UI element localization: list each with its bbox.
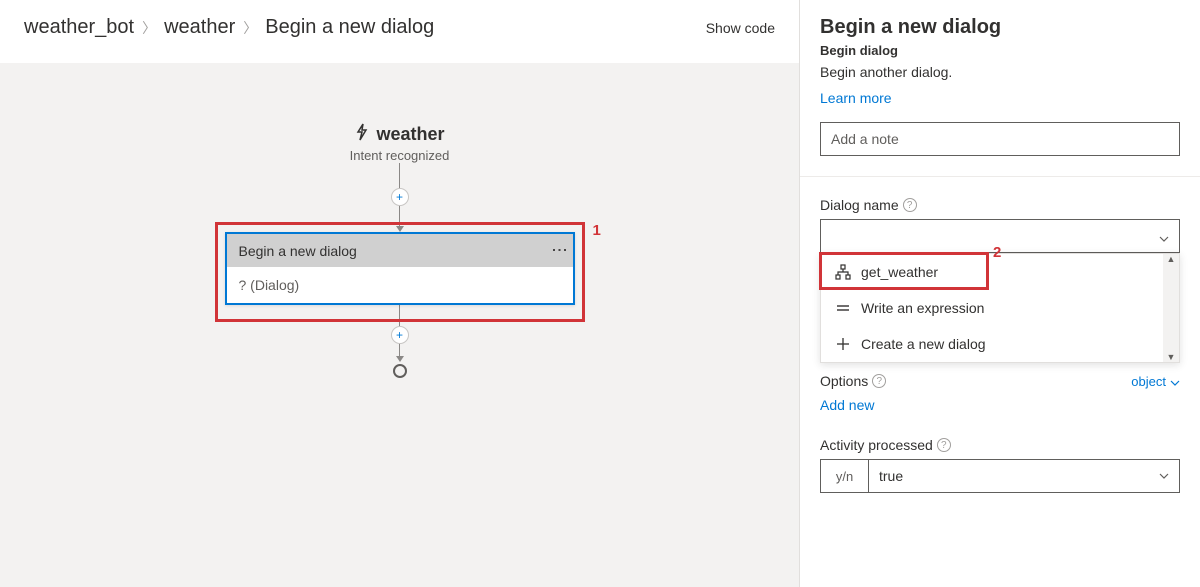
panel-subtype: Begin dialog <box>820 43 1180 58</box>
header-bar: weather_bot 〉 weather 〉 Begin a new dial… <box>0 0 799 63</box>
trigger-subtitle: Intent recognized <box>350 148 450 163</box>
show-code-button[interactable]: Show code <box>706 20 775 36</box>
dropdown-item-label: Create a new dialog <box>861 336 986 352</box>
arrow-down-icon <box>396 356 404 362</box>
connector-line <box>399 343 400 357</box>
dialog-node-header[interactable]: Begin a new dialog ⋮ <box>227 234 573 267</box>
annotation-number-1: 1 <box>593 222 601 239</box>
design-canvas[interactable]: weather Intent recognized + 1 Begin a ne… <box>0 63 799 587</box>
chevron-down-icon[interactable] <box>1149 460 1179 492</box>
dialog-node[interactable]: Begin a new dialog ⋮ ? (Dialog) <box>225 232 575 305</box>
dropdown-item-expression[interactable]: Write an expression <box>821 290 1179 326</box>
help-icon[interactable]: ? <box>937 438 951 452</box>
dialog-name-dropdown: 2 get_weather Write an expression Create… <box>820 253 1180 363</box>
expression-icon <box>835 300 851 316</box>
dropdown-item-get-weather[interactable]: 2 get_weather <box>821 254 1179 290</box>
chevron-right-icon: 〉 <box>142 18 156 38</box>
node-title: Begin a new dialog <box>239 243 357 259</box>
annotation-number-2: 2 <box>993 244 1001 261</box>
field-label-text: Dialog name <box>820 197 899 213</box>
panel-title: Begin a new dialog <box>820 16 1180 39</box>
section-divider <box>800 176 1200 177</box>
dropdown-item-label: get_weather <box>861 264 938 280</box>
help-icon[interactable]: ? <box>872 374 886 388</box>
options-type-selector[interactable]: object <box>1131 374 1180 389</box>
activity-processed-label: Activity processed ? <box>820 437 1180 453</box>
dropdown-item-label: Write an expression <box>861 300 984 316</box>
trigger-node[interactable]: weather <box>354 123 444 146</box>
activity-processed-field[interactable]: y/n true <box>820 459 1180 493</box>
help-icon[interactable]: ? <box>903 198 917 212</box>
yn-prefix: y/n <box>821 460 869 492</box>
more-menu-icon[interactable]: ⋮ <box>557 242 561 259</box>
add-action-button[interactable]: + <box>391 188 409 206</box>
field-label-text: Options <box>820 373 868 389</box>
activity-processed-value[interactable]: true <box>869 460 1149 492</box>
trigger-name: weather <box>376 124 444 145</box>
options-label: Options ? <box>820 373 886 389</box>
connector-line <box>399 205 400 227</box>
learn-more-link[interactable]: Learn more <box>820 90 892 106</box>
connector-line <box>399 163 400 189</box>
dropdown-item-create-dialog[interactable]: Create a new dialog <box>821 326 1179 362</box>
properties-panel: Begin a new dialog Begin dialog Begin an… <box>800 0 1200 587</box>
add-new-option-link[interactable]: Add new <box>820 397 874 413</box>
dialog-name-label: Dialog name ? <box>820 197 1180 213</box>
breadcrumb-item[interactable]: weather_bot <box>24 16 134 39</box>
breadcrumb-item-current: Begin a new dialog <box>265 16 434 39</box>
chevron-down-icon <box>1159 231 1169 241</box>
dialog-node-body: ? (Dialog) <box>227 267 573 303</box>
end-node-icon <box>393 364 407 378</box>
plus-icon <box>835 336 851 352</box>
note-input[interactable] <box>820 122 1180 156</box>
add-action-button[interactable]: + <box>391 326 409 344</box>
scroll-up-icon[interactable]: ▲ <box>1167 254 1176 264</box>
breadcrumb: weather_bot 〉 weather 〉 Begin a new dial… <box>24 16 434 39</box>
dropdown-scrollbar[interactable]: ▲ ▼ <box>1163 254 1179 362</box>
chevron-right-icon: 〉 <box>243 18 257 38</box>
chevron-down-icon <box>1170 376 1180 386</box>
breadcrumb-item[interactable]: weather <box>164 16 235 39</box>
hierarchy-icon <box>835 264 851 280</box>
field-label-text: Activity processed <box>820 437 933 453</box>
connector-line <box>399 305 400 327</box>
scroll-down-icon[interactable]: ▼ <box>1167 352 1176 362</box>
lightning-icon <box>354 123 370 146</box>
options-type-text: object <box>1131 374 1166 389</box>
panel-description: Begin another dialog. <box>820 64 1180 80</box>
